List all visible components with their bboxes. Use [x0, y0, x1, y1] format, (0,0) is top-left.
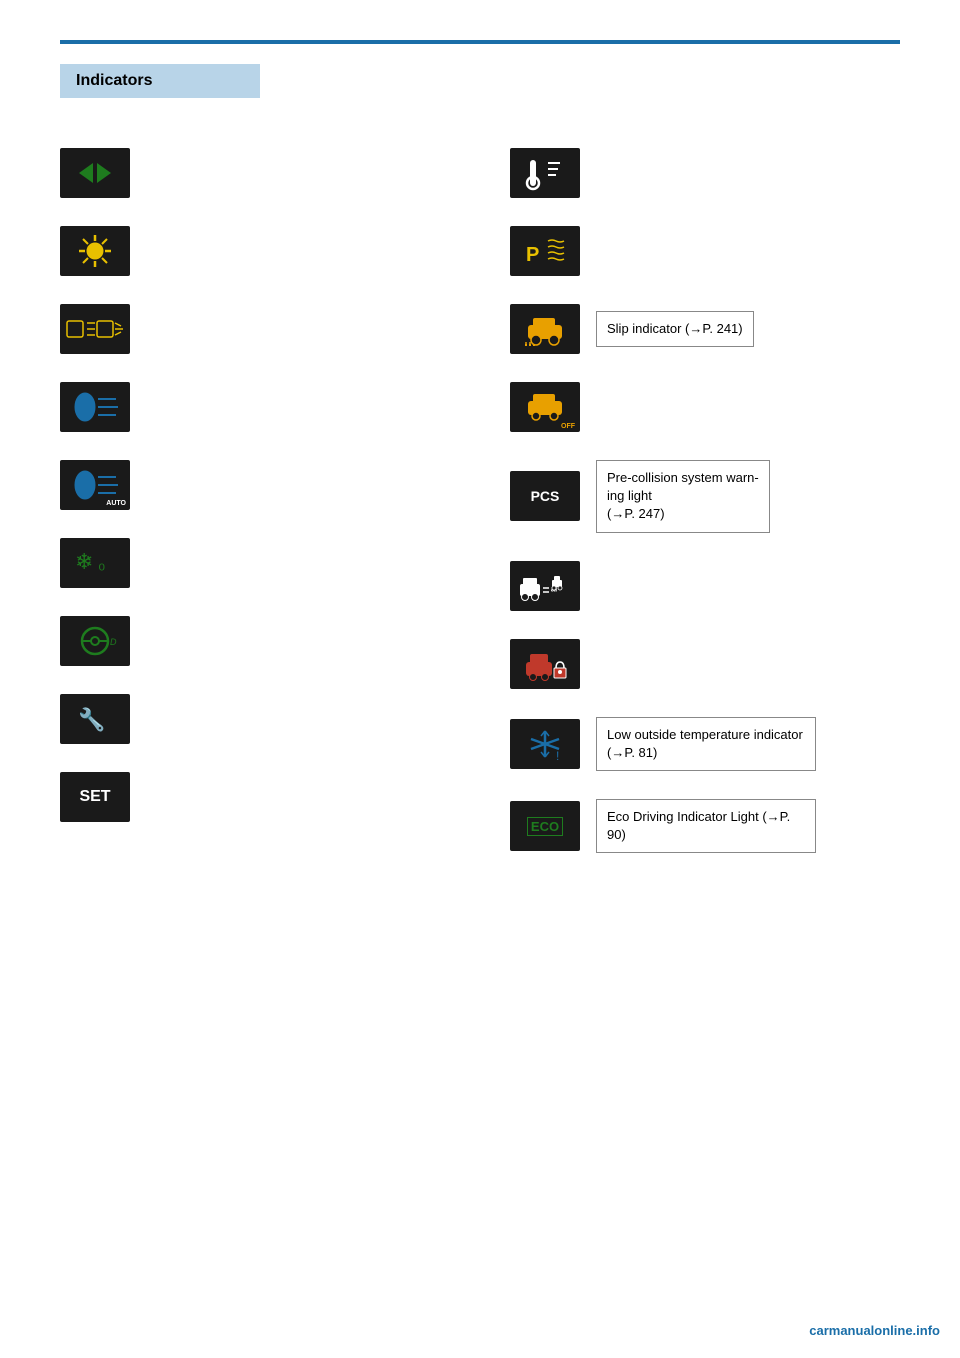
section-header: Indicators	[60, 64, 260, 98]
slip-off-icon: OFF	[510, 382, 580, 432]
pcs-text: PCS	[531, 488, 560, 504]
svg-text:🔧: 🔧	[78, 706, 105, 732]
pcs-callout: Pre-collision system warn-ing light(→P. …	[596, 460, 770, 533]
eco-callout: Eco Driving Indicator Light (→P. 90)	[596, 799, 816, 853]
list-item: Slip indicator (→P. 241)	[510, 304, 900, 354]
seatbelt-svg	[520, 155, 570, 191]
watermark: carmanualonline.info	[809, 1323, 940, 1338]
arrow-left-icon	[79, 163, 93, 183]
cruise-distance-icon: ᵃᴵ	[510, 561, 580, 611]
list-item	[510, 639, 900, 689]
svg-text:❄: ❄	[75, 549, 93, 574]
right-column: P	[510, 148, 900, 853]
list-item: SET	[60, 772, 450, 822]
eps-icon: D	[60, 616, 130, 666]
beam-icon	[60, 304, 130, 354]
daytime-running-icon	[60, 226, 130, 276]
door-lock-icon	[510, 639, 580, 689]
eco-callout-text: Eco Driving Indicator Light (→P. 90)	[607, 809, 790, 842]
svg-text:P: P	[526, 244, 539, 266]
list-item: ❄ ₀	[60, 538, 450, 588]
list-item	[60, 226, 450, 276]
list-item	[60, 148, 450, 198]
list-item: ! Low outside temperature indicator (→P.…	[510, 717, 900, 771]
headlight-svg	[70, 389, 120, 425]
list-item: PCS Pre-collision system warn-ing light(…	[510, 460, 900, 533]
list-item: D	[60, 616, 450, 666]
svg-text:!: !	[556, 749, 559, 762]
fog-svg: ❄ ₀	[70, 545, 120, 581]
slip-callout: Slip indicator (→P. 241)	[596, 311, 754, 347]
set-text: SET	[79, 788, 110, 806]
top-blue-bar	[60, 40, 900, 44]
cruise-set-icon: SET	[60, 772, 130, 822]
park-assist-icon: P	[510, 226, 580, 276]
arrows-icon	[79, 163, 111, 183]
list-item: ᵃᴵ	[510, 561, 900, 611]
turn-signal-icon	[60, 148, 130, 198]
pcs-callout-text: Pre-collision system warn-ing light(→P. …	[607, 470, 759, 521]
indicators-grid: AUTO ❄ ₀	[60, 148, 900, 853]
slip-indicator-icon	[510, 304, 580, 354]
off-label: OFF	[561, 423, 575, 430]
left-column: AUTO ❄ ₀	[60, 148, 450, 853]
seatbelt-icon	[510, 148, 580, 198]
cruise-svg: ᵃᴵ	[518, 566, 573, 606]
page-container: Indicators	[0, 0, 960, 1358]
sun-svg	[75, 233, 115, 269]
maintenance-icon: 🔧	[60, 694, 130, 744]
eco-icon: ECO	[510, 801, 580, 851]
section-title: Indicators	[76, 72, 152, 89]
list-item: AUTO	[60, 460, 450, 510]
low-temp-icon: !	[510, 719, 580, 769]
auto-label: AUTO	[106, 500, 126, 507]
auto-headlight-icon: AUTO	[60, 460, 130, 510]
svg-text:₀: ₀	[98, 553, 105, 573]
low-temp-callout-text: Low outside temperature indicator (→P. 8…	[607, 727, 803, 760]
lock-svg	[520, 646, 570, 682]
list-item: OFF	[510, 382, 900, 432]
park-svg: P	[520, 233, 570, 269]
wrench-svg: 🔧	[70, 701, 120, 737]
svg-text:D: D	[110, 637, 117, 647]
low-temp-callout: Low outside temperature indicator (→P. 8…	[596, 717, 816, 771]
auto-headlight-svg	[70, 467, 120, 503]
pcs-icon: PCS	[510, 471, 580, 521]
snowflake-svg: !	[520, 726, 570, 762]
list-item: ECO Eco Driving Indicator Light (→P. 90)	[510, 799, 900, 853]
eps-svg: D	[70, 623, 120, 659]
list-item	[510, 148, 900, 198]
list-item: 🔧	[60, 694, 450, 744]
list-item	[60, 382, 450, 432]
beam-svg	[65, 309, 125, 349]
arrow-right-icon	[97, 163, 111, 183]
slip-svg	[520, 311, 570, 347]
fog-light-icon: ❄ ₀	[60, 538, 130, 588]
list-item	[60, 304, 450, 354]
headlight-icon	[60, 382, 130, 432]
slip-off-svg	[520, 389, 570, 425]
eco-text: ECO	[527, 817, 563, 836]
list-item: P	[510, 226, 900, 276]
slip-callout-text: Slip indicator (→P. 241)	[607, 321, 743, 336]
